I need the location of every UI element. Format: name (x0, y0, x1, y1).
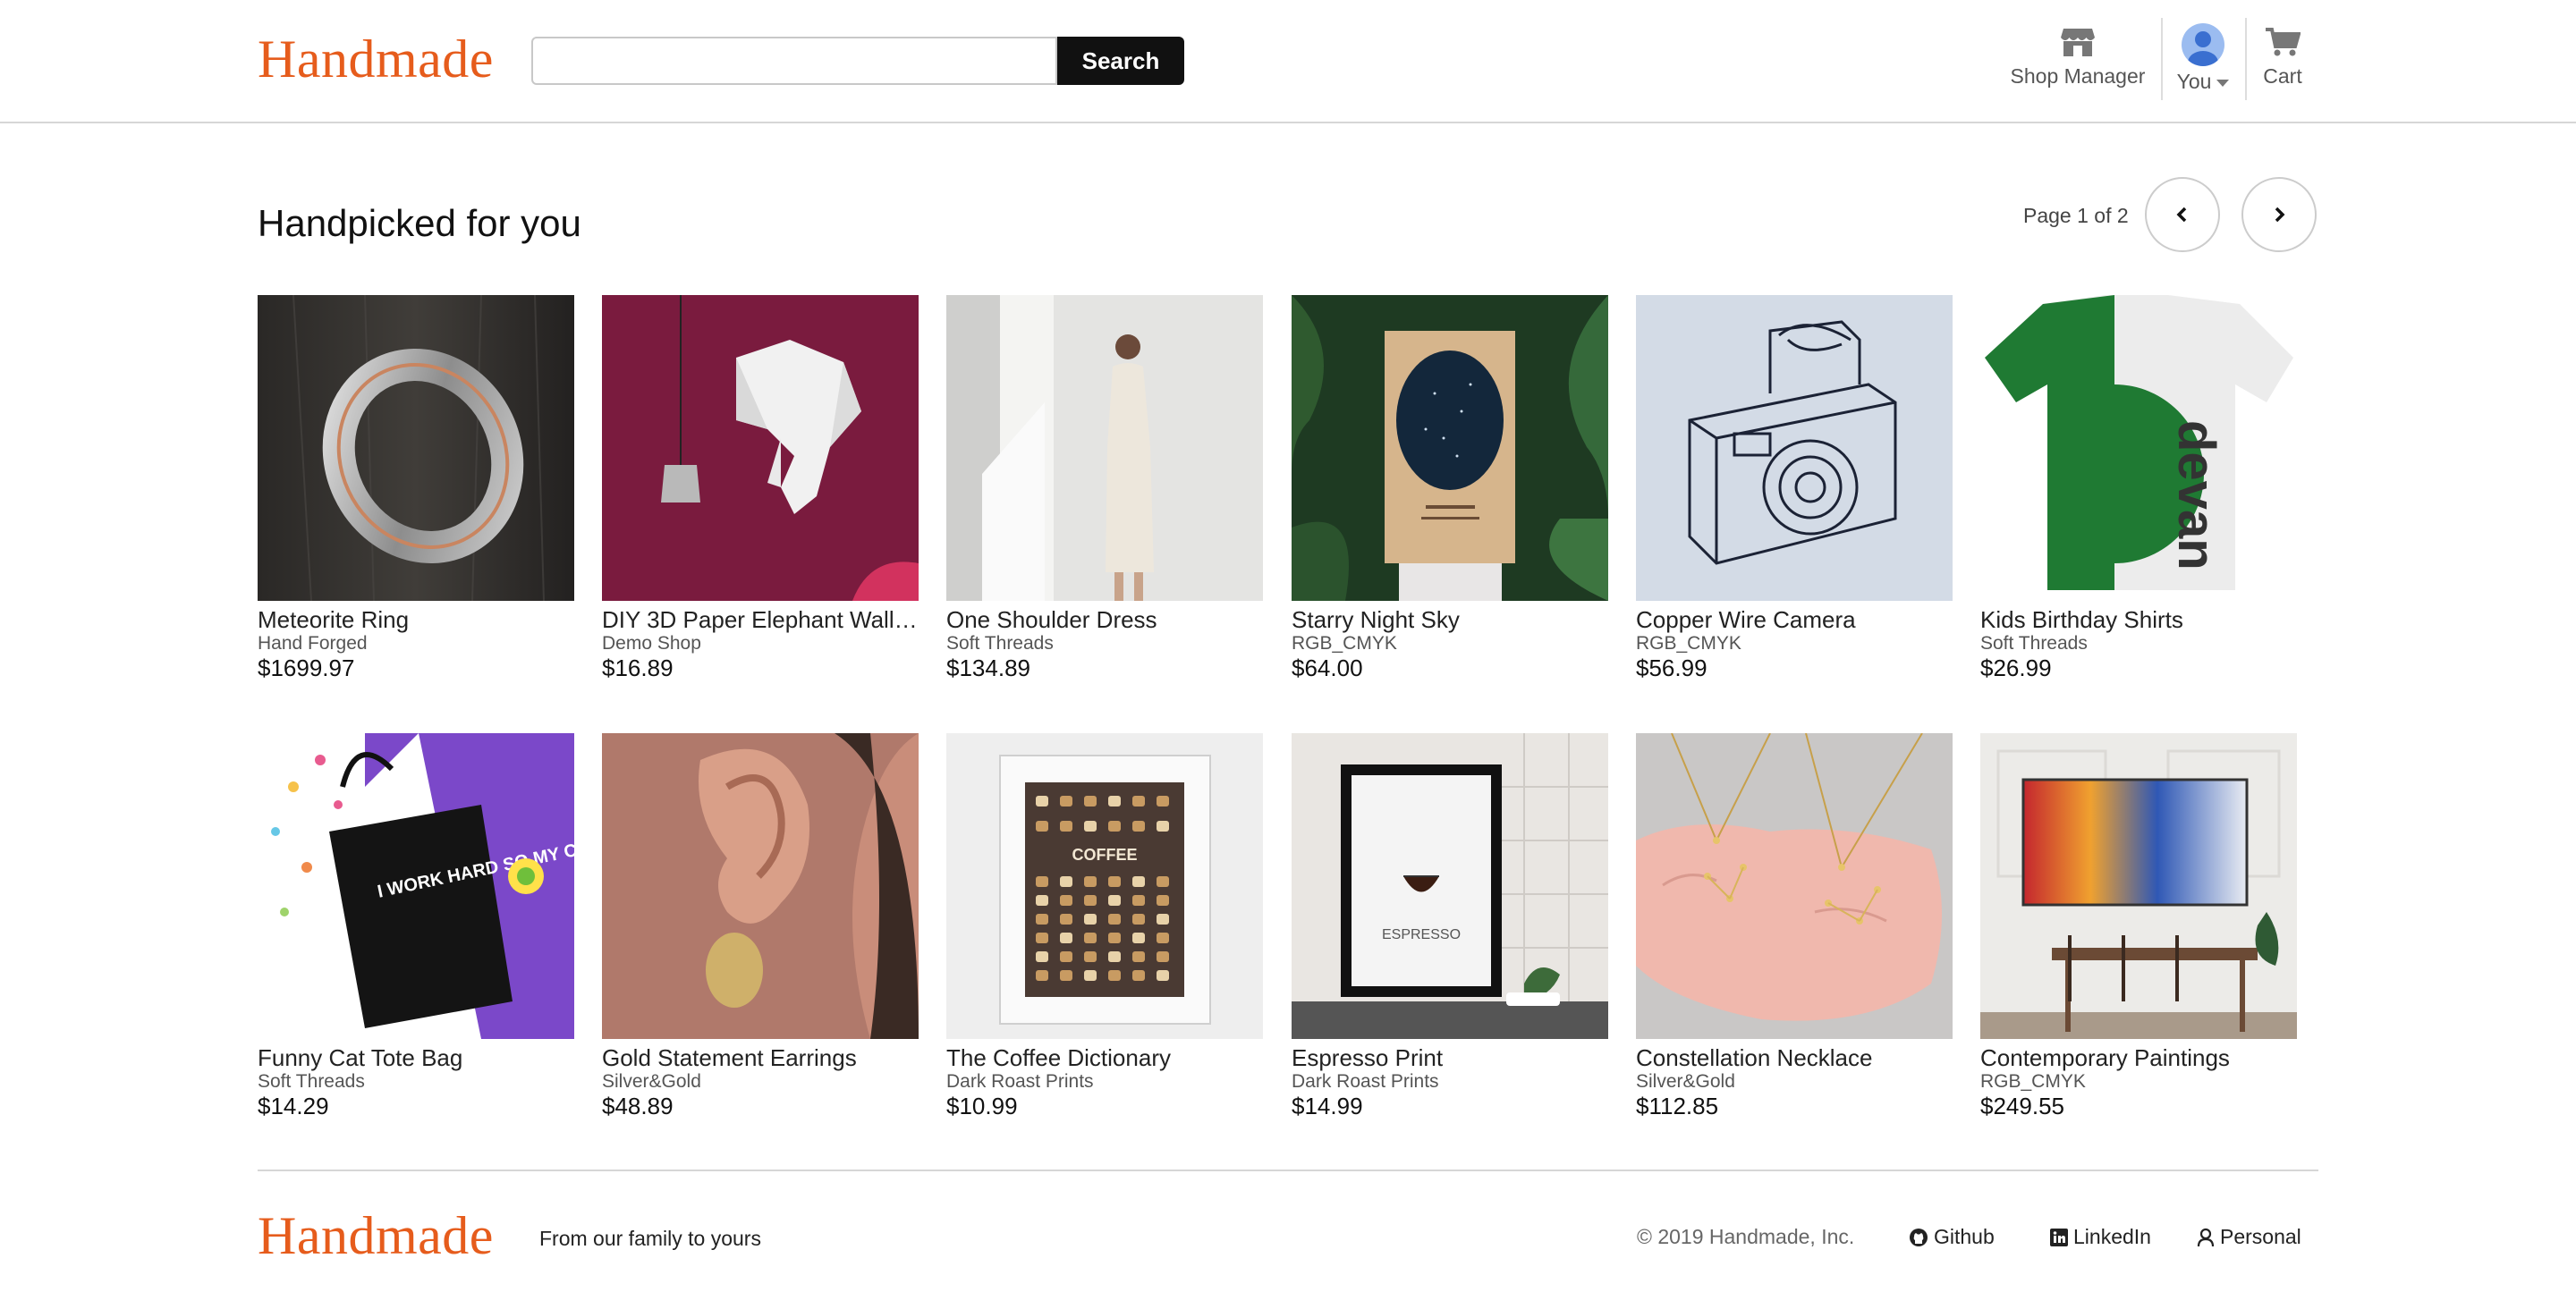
linkedin-label: LinkedIn (2073, 1225, 2151, 1248)
product-image[interactable] (1980, 733, 2297, 1039)
product-price: $16.89 (602, 654, 674, 681)
product-title[interactable]: Gold Statement Earrings (602, 1044, 919, 1071)
product-card[interactable]: Contemporary Paintings RGB_CMYK $249.55 (1980, 733, 2297, 1119)
product-card[interactable]: One Shoulder Dress Soft Threads $134.89 (946, 295, 1263, 681)
footer-logo[interactable]: Handmade (258, 1209, 494, 1263)
product-title[interactable]: DIY 3D Paper Elephant Wall ... (602, 606, 919, 633)
avatar (2182, 23, 2224, 66)
product-shop[interactable]: Silver&Gold (602, 1071, 919, 1093)
you-label: You (2176, 70, 2212, 93)
github-label: Github (1934, 1225, 1995, 1248)
product-card[interactable]: ESPRESSO Espresso Print Dark Roast Print… (1292, 733, 1608, 1119)
product-price: $48.89 (602, 1093, 674, 1119)
chevron-right-icon (2275, 207, 2285, 223)
product-card[interactable]: DIY 3D Paper Elephant Wall ... Demo Shop… (602, 295, 919, 681)
product-image[interactable]: I WORK HARD SO MY CAT CAN HAVE A BETTER … (258, 733, 574, 1039)
product-price: $1699.97 (258, 654, 355, 681)
product-title[interactable]: Meteorite Ring (258, 606, 574, 633)
product-card[interactable]: I WORK HARD SO MY CAT CAN HAVE A BETTER … (258, 733, 574, 1119)
product-shop[interactable]: RGB_CMYK (1636, 633, 1953, 654)
product-price: $249.55 (1980, 1093, 2064, 1119)
previous-page-button[interactable] (2145, 177, 2220, 252)
product-price: $26.99 (1980, 654, 2052, 681)
product-title[interactable]: The Coffee Dictionary (946, 1044, 1263, 1071)
product-price: $56.99 (1636, 654, 1707, 681)
product-price: $14.99 (1292, 1093, 1363, 1119)
cart-icon (2266, 28, 2301, 56)
product-price: $112.85 (1636, 1093, 1719, 1119)
shirt-print-text: devan (2167, 420, 2225, 570)
product-image[interactable] (946, 295, 1263, 601)
product-title[interactable]: Funny Cat Tote Bag (258, 1044, 574, 1071)
page-title: Handpicked for you (258, 202, 581, 244)
product-title[interactable]: Contemporary Paintings (1980, 1044, 2297, 1071)
shop-manager-link[interactable]: Shop Manager (2002, 21, 2154, 102)
product-shop[interactable]: Demo Shop (602, 633, 919, 654)
product-price: $14.29 (258, 1093, 329, 1119)
product-shop[interactable]: Soft Threads (1980, 633, 2297, 654)
product-shop[interactable]: RGB_CMYK (1292, 633, 1608, 654)
nav-divider (2245, 18, 2247, 100)
nav-divider (2161, 18, 2163, 100)
github-link[interactable]: Github (1909, 1225, 1995, 1249)
product-card[interactable]: Constellation Necklace Silver&Gold $112.… (1636, 733, 1953, 1119)
logo[interactable]: Handmade (258, 32, 494, 86)
github-icon (1910, 1228, 1928, 1246)
product-shop[interactable]: Hand Forged (258, 633, 574, 654)
cart-link[interactable]: Cart (2256, 21, 2309, 102)
product-shop[interactable]: Soft Threads (946, 633, 1263, 654)
product-title[interactable]: Espresso Print (1292, 1044, 1608, 1071)
product-price: $10.99 (946, 1093, 1018, 1119)
product-shop[interactable]: Dark Roast Prints (946, 1071, 1263, 1093)
copyright: © 2019 Handmade, Inc. (1637, 1225, 1855, 1248)
shop-icon (2061, 29, 2095, 56)
product-image[interactable]: ESPRESSO (1292, 733, 1608, 1039)
personal-label: Personal (2220, 1225, 2301, 1248)
product-title[interactable]: Copper Wire Camera (1636, 606, 1953, 633)
product-image[interactable]: devan (1980, 295, 2297, 601)
footer-divider (258, 1170, 2318, 1171)
product-card[interactable]: Copper Wire Camera RGB_CMYK $56.99 (1636, 295, 1953, 681)
search-input[interactable] (531, 37, 1057, 85)
product-image[interactable]: COFFEE (946, 733, 1263, 1039)
chevron-down-icon (2216, 79, 2230, 87)
product-title[interactable]: Starry Night Sky (1292, 606, 1608, 633)
next-page-button[interactable] (2241, 177, 2317, 252)
coffee-poster-text: COFFEE (1072, 846, 1137, 864)
linkedin-link[interactable]: LinkedIn (2050, 1225, 2151, 1249)
product-card[interactable]: Starry Night Sky RGB_CMYK $64.00 (1292, 295, 1608, 681)
product-image[interactable] (602, 733, 919, 1039)
site-header: Handmade Search Shop Manager You Cart (0, 0, 2576, 123)
product-image[interactable] (1636, 733, 1953, 1039)
product-card[interactable]: COFFEE The Coffee Dictionary Dark Roast … (946, 733, 1263, 1119)
product-image[interactable] (1636, 295, 1953, 601)
user-icon (2197, 1228, 2215, 1246)
linkedin-icon (2050, 1228, 2068, 1246)
product-shop[interactable]: Dark Roast Prints (1292, 1071, 1608, 1093)
product-title[interactable]: Kids Birthday Shirts (1980, 606, 2297, 633)
shop-manager-label: Shop Manager (2010, 64, 2146, 88)
product-shop[interactable]: Silver&Gold (1636, 1071, 1953, 1093)
product-title[interactable]: One Shoulder Dress (946, 606, 1263, 633)
chevron-left-icon (2176, 207, 2187, 223)
you-menu[interactable]: You (2172, 21, 2234, 102)
search-button[interactable]: Search (1057, 37, 1184, 85)
page-indicator: Page 1 of 2 (2023, 204, 2129, 227)
product-price: $64.00 (1292, 654, 1363, 681)
product-card[interactable]: devan Kids Birthday Shirts Soft Threads … (1980, 295, 2297, 681)
product-title[interactable]: Constellation Necklace (1636, 1044, 1953, 1071)
cart-label: Cart (2263, 64, 2302, 88)
product-image[interactable] (1292, 295, 1608, 601)
product-shop[interactable]: RGB_CMYK (1980, 1071, 2297, 1093)
personal-link[interactable]: Personal (2197, 1225, 2301, 1249)
product-image[interactable] (258, 295, 574, 601)
product-image[interactable] (602, 295, 919, 601)
espresso-print-text: ESPRESSO (1382, 927, 1461, 942)
footer-tagline: From our family to yours (539, 1227, 761, 1250)
product-shop[interactable]: Soft Threads (258, 1071, 574, 1093)
product-card[interactable]: Meteorite Ring Hand Forged $1699.97 (258, 295, 574, 681)
product-price: $134.89 (946, 654, 1030, 681)
product-card[interactable]: Gold Statement Earrings Silver&Gold $48.… (602, 733, 919, 1119)
